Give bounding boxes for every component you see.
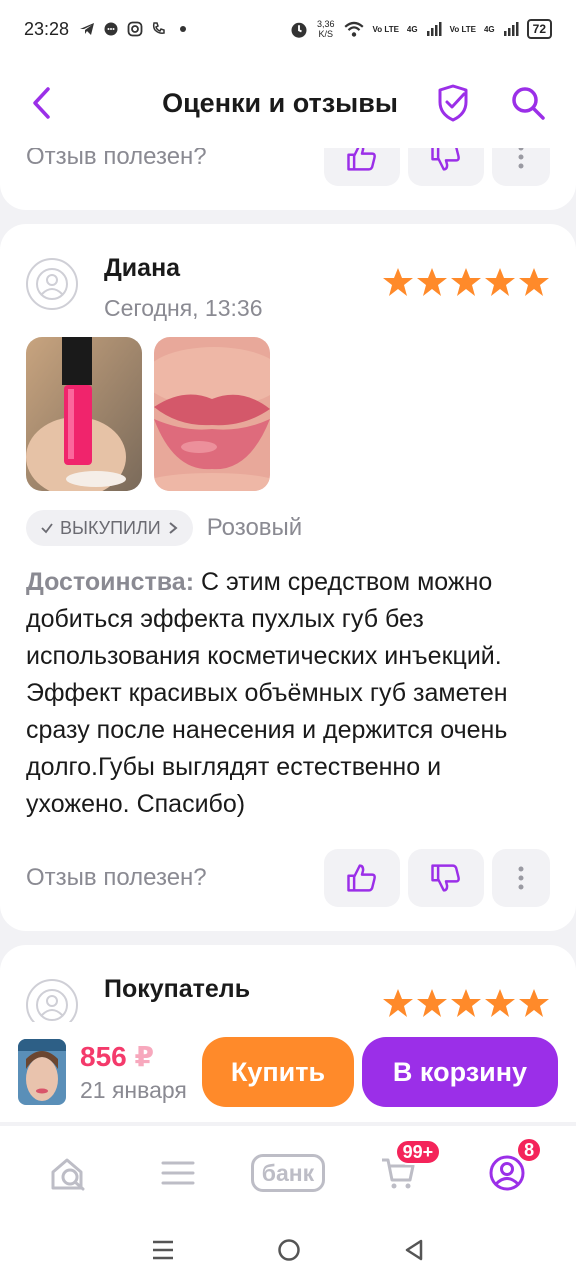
star-icon [417, 989, 447, 1017]
home-button-icon[interactable] [277, 1238, 301, 1262]
net-speed: 3,36 K/S [317, 19, 335, 39]
star-icon [519, 989, 549, 1017]
shield-check-icon[interactable] [436, 84, 470, 122]
like-button[interactable] [324, 849, 400, 907]
review-author-row: Диана Сегодня, 13:36 [26, 254, 550, 322]
product-thumbnail[interactable] [18, 1039, 66, 1105]
back-arrow-icon[interactable] [30, 86, 54, 120]
helpful-row: Отзыв полезен? [26, 849, 550, 907]
review-text: Достоинства: С этим средством можно доби… [26, 564, 550, 823]
search-icon[interactable] [510, 85, 546, 121]
review-card: Диана Сегодня, 13:36 ВЫКУПИЛИ Розовый До… [0, 224, 576, 931]
star-icon [451, 989, 481, 1017]
tab-bank[interactable]: банк [243, 1143, 333, 1203]
status-bar: 23:28 3,36 K/S Vo LTE 4G Vo LTE 4G 72 [0, 0, 576, 58]
instagram-icon [127, 21, 143, 37]
tab-profile[interactable]: 8 [462, 1137, 552, 1203]
page-title: Оценки и отзывы [162, 87, 398, 118]
telegram-icon [80, 23, 95, 35]
dot-icon [180, 26, 187, 32]
sim2-label: Vo LTE [449, 24, 476, 34]
missed-call-icon [152, 22, 165, 34]
signal-icon [426, 22, 442, 36]
review-date: Сегодня, 13:36 [104, 295, 263, 321]
price: 856 ₽ [80, 1041, 154, 1072]
net1-label: 4G [406, 24, 418, 34]
home-search-icon [51, 1158, 85, 1191]
net2-label: 4G [483, 24, 495, 34]
battery-indicator: 72 [526, 19, 552, 39]
buy-bar: 856 ₽ 21 января Купить В корзину [0, 1022, 576, 1122]
star-icon [485, 268, 515, 296]
more-button[interactable] [492, 849, 550, 907]
tab-bar: банк 99+ 8 [0, 1126, 576, 1220]
star-icon [451, 268, 481, 296]
status-time: 23:28 [24, 18, 70, 39]
pros-text: С этим средством можно добиться эффекта … [26, 568, 508, 818]
add-to-cart-button[interactable]: В корзину [362, 1037, 558, 1107]
review-photo-gloss[interactable] [26, 337, 142, 491]
profile-badge: 8 [516, 1137, 543, 1163]
user-icon [36, 989, 68, 1021]
recent-apps-icon[interactable] [151, 1239, 175, 1261]
user-icon [36, 268, 68, 300]
sim1-label: Vo LTE [372, 24, 399, 34]
star-icon [485, 989, 515, 1017]
author-name: Диана [104, 254, 181, 282]
pros-label: Достоинства: [26, 568, 195, 596]
review-photos [26, 337, 270, 491]
tab-cart[interactable]: 99+ [353, 1139, 443, 1203]
review-tags: ВЫКУПИЛИ Розовый [26, 510, 302, 546]
thumb-up-icon [347, 864, 376, 892]
back-nav-icon[interactable] [403, 1238, 425, 1262]
chat-icon [104, 22, 118, 36]
menu-icon [161, 1161, 195, 1185]
bank-icon: банк [250, 1154, 326, 1192]
star-icon [383, 989, 413, 1017]
cart-badge: 99+ [394, 1139, 442, 1165]
signal-icon [503, 22, 519, 36]
thumb-down-icon [431, 864, 460, 892]
tab-home[interactable] [24, 1143, 114, 1203]
star-icon [519, 268, 549, 296]
tab-catalog[interactable] [133, 1143, 223, 1203]
delivery-date: 21 января [80, 1077, 187, 1103]
more-vertical-icon [518, 866, 524, 890]
chevron-right-icon [169, 522, 178, 534]
dislike-button[interactable] [408, 849, 484, 907]
system-nav-bar [0, 1220, 576, 1280]
buy-button[interactable]: Купить [202, 1037, 354, 1107]
review-photo-lips[interactable] [154, 337, 270, 491]
star-icon [383, 268, 413, 296]
avatar [26, 258, 78, 310]
author-name: Покупатель [104, 975, 251, 1003]
bought-tag[interactable]: ВЫКУПИЛИ [26, 510, 193, 546]
header: Оценки и отзывы [0, 58, 576, 148]
wifi-icon [344, 21, 364, 37]
product-variant: Розовый [206, 514, 303, 541]
star-icon [417, 268, 447, 296]
rating-stars [382, 266, 550, 322]
alarm-icon [291, 22, 307, 38]
helpful-label: Отзыв полезен? [26, 864, 207, 891]
check-icon [41, 523, 53, 534]
